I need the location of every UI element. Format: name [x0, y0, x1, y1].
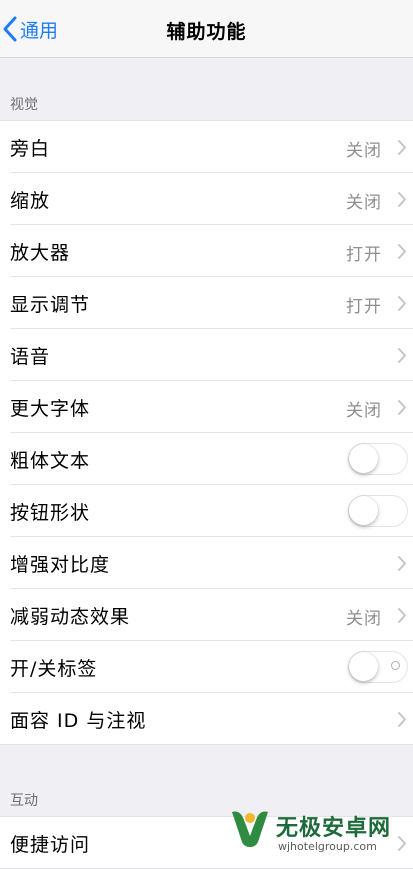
toggle-switch[interactable]: [348, 495, 408, 527]
watermark-url: wjhotelgroup.com: [278, 840, 377, 853]
vision-settings-group: 旁白 关闭 缩放 关闭 放大器 打开 显示调节 打开 语音 更大字体 关闭 粗体文本 按钮形状 增强对比度…: [0, 120, 413, 745]
row-label: 便捷访问: [10, 834, 91, 856]
row-value: 打开: [346, 297, 382, 317]
section-header-interaction: 互动: [10, 793, 38, 809]
settings-row[interactable]: 旁白 关闭: [0, 121, 413, 173]
row-label: 语音: [10, 346, 51, 368]
row-label: 显示调节: [10, 294, 91, 316]
watermark-title: 无极安卓网: [276, 816, 392, 841]
watermark: 无极安卓网 wjhotelgroup.com: [228, 800, 413, 859]
settings-row[interactable]: 缩放 关闭: [0, 173, 413, 225]
row-label: 面容 ID 与注视: [10, 710, 147, 732]
chevron-right-icon: [398, 140, 406, 155]
row-value: 关闭: [346, 141, 382, 161]
row-value: 打开: [346, 245, 382, 265]
settings-row[interactable]: 减弱动态效果 关闭: [0, 589, 413, 641]
settings-row[interactable]: 更大字体 关闭: [0, 381, 413, 433]
settings-row: 按钮形状: [0, 485, 413, 537]
row-label: 缩放: [10, 190, 51, 212]
settings-row[interactable]: 面容 ID 与注视: [0, 693, 413, 745]
row-value: 关闭: [346, 401, 382, 421]
toggle-knob: [349, 652, 378, 681]
chevron-right-icon: [398, 608, 406, 623]
page-title: 辅助功能: [166, 21, 247, 43]
row-label: 开/关标签: [10, 658, 98, 680]
settings-row[interactable]: 语音: [0, 329, 413, 381]
chevron-right-icon: [398, 556, 406, 571]
settings-row: 粗体文本: [0, 433, 413, 485]
toggle-knob: [349, 444, 378, 473]
watermark-logo-icon: [232, 811, 268, 847]
row-label: 粗体文本: [10, 450, 91, 472]
settings-row[interactable]: 显示调节 打开: [0, 277, 413, 329]
chevron-right-icon: [398, 244, 406, 259]
settings-row[interactable]: 放大器 打开: [0, 225, 413, 277]
navigation-bar: 通用 辅助功能: [0, 0, 413, 58]
off-label-icon: [391, 661, 400, 670]
row-label: 更大字体: [10, 398, 91, 420]
row-label: 放大器: [10, 242, 71, 264]
section-header-vision: 视觉: [10, 97, 38, 113]
row-label: 减弱动态效果: [10, 606, 131, 628]
settings-row[interactable]: 增强对比度: [0, 537, 413, 589]
chevron-right-icon: [398, 712, 406, 727]
row-label: 按钮形状: [10, 502, 91, 524]
chevron-right-icon: [398, 192, 406, 207]
row-label: 旁白: [10, 138, 51, 160]
chevron-right-icon: [398, 296, 406, 311]
row-value: 关闭: [346, 193, 382, 213]
toggle-switch[interactable]: [348, 443, 408, 475]
settings-row: 开/关标签: [0, 641, 413, 693]
toggle-knob: [349, 496, 378, 525]
row-value: 关闭: [346, 609, 382, 629]
row-label: 增强对比度: [10, 554, 111, 576]
chevron-right-icon: [398, 400, 406, 415]
chevron-right-icon: [398, 348, 406, 363]
toggle-switch[interactable]: [348, 651, 408, 683]
